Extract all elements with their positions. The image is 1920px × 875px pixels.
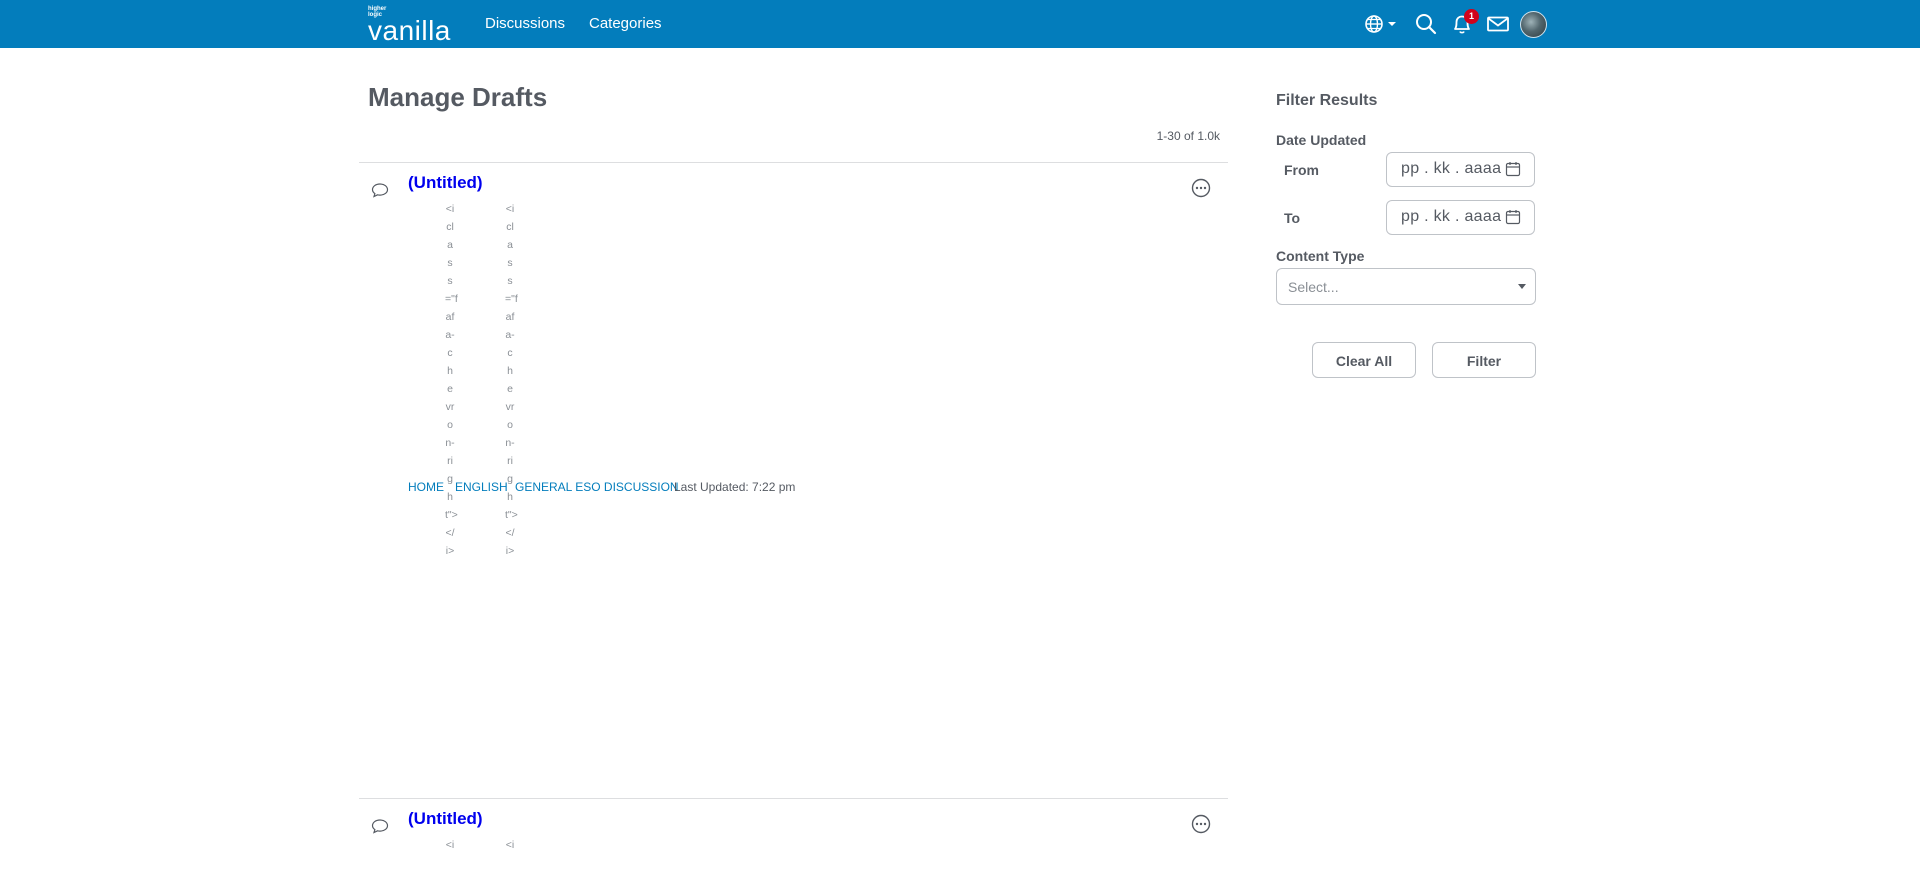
breadcrumb-english[interactable]: ENGLISH <box>455 480 508 494</box>
globe-icon <box>1365 15 1396 33</box>
list-divider <box>359 162 1228 163</box>
breadcrumb-separator-markup: <iclass="fafa-chevron-right"></i> <box>445 203 458 557</box>
to-date-input[interactable]: pp . kk . aaaa <box>1386 200 1535 235</box>
date-placeholder: pp . kk . aaaa <box>1401 208 1502 225</box>
breadcrumb-separator-markup: <iclass="fafa-chevron-right"></i> <box>505 203 518 557</box>
nav-discussions[interactable]: Discussions <box>485 15 565 32</box>
content-type-select[interactable]: Select... <box>1276 268 1536 305</box>
logo-word: vanilla <box>368 15 451 46</box>
breadcrumb-general-eso-discussion[interactable]: GENERAL ESO DISCUSSION <box>515 480 679 494</box>
discussion-icon <box>371 183 389 198</box>
more-options-icon[interactable] <box>1191 178 1211 198</box>
top-navigation-bar: higher logic vanilla Discussions Categor… <box>0 0 1920 48</box>
search-icon <box>1416 14 1437 35</box>
from-date-input[interactable]: pp . kk . aaaa <box>1386 152 1535 187</box>
pager-count: 1-30 of 1.0k <box>1156 129 1220 143</box>
discussion-icon <box>371 819 389 834</box>
messages-button[interactable] <box>1485 11 1511 37</box>
mail-icon <box>1487 16 1509 32</box>
search-button[interactable] <box>1413 11 1439 37</box>
last-updated: Last Updated: 7:22 pm <box>674 480 796 494</box>
filter-button[interactable]: Filter <box>1432 342 1536 378</box>
list-divider <box>359 798 1228 799</box>
draft-title-link[interactable]: (Untitled) <box>408 809 483 829</box>
date-placeholder: pp . kk . aaaa <box>1401 160 1502 177</box>
notification-count-badge: 1 <box>1464 9 1479 24</box>
filter-heading: Filter Results <box>1276 92 1378 109</box>
calendar-icon[interactable] <box>1505 209 1521 225</box>
to-label: To <box>1284 210 1301 226</box>
page-title: Manage Drafts <box>368 82 548 112</box>
date-updated-label: Date Updated <box>1276 132 1367 148</box>
chevron-down-icon <box>1518 284 1526 289</box>
breadcrumb-home[interactable]: HOME <box>408 480 444 494</box>
select-placeholder: Select... <box>1288 279 1339 295</box>
more-options-icon[interactable] <box>1191 814 1211 834</box>
from-label: From <box>1284 162 1319 178</box>
breadcrumb-separator-markup: <i <box>445 839 455 851</box>
calendar-icon[interactable] <box>1505 161 1521 177</box>
language-selector[interactable] <box>1363 11 1399 37</box>
breadcrumb-separator-markup: <i <box>505 839 515 851</box>
user-avatar[interactable] <box>1520 11 1547 38</box>
chevron-down-icon <box>1388 22 1396 26</box>
content-type-label: Content Type <box>1276 248 1365 264</box>
draft-title-link[interactable]: (Untitled) <box>408 173 483 193</box>
clear-all-button[interactable]: Clear All <box>1312 342 1416 378</box>
nav-categories[interactable]: Categories <box>589 15 662 32</box>
